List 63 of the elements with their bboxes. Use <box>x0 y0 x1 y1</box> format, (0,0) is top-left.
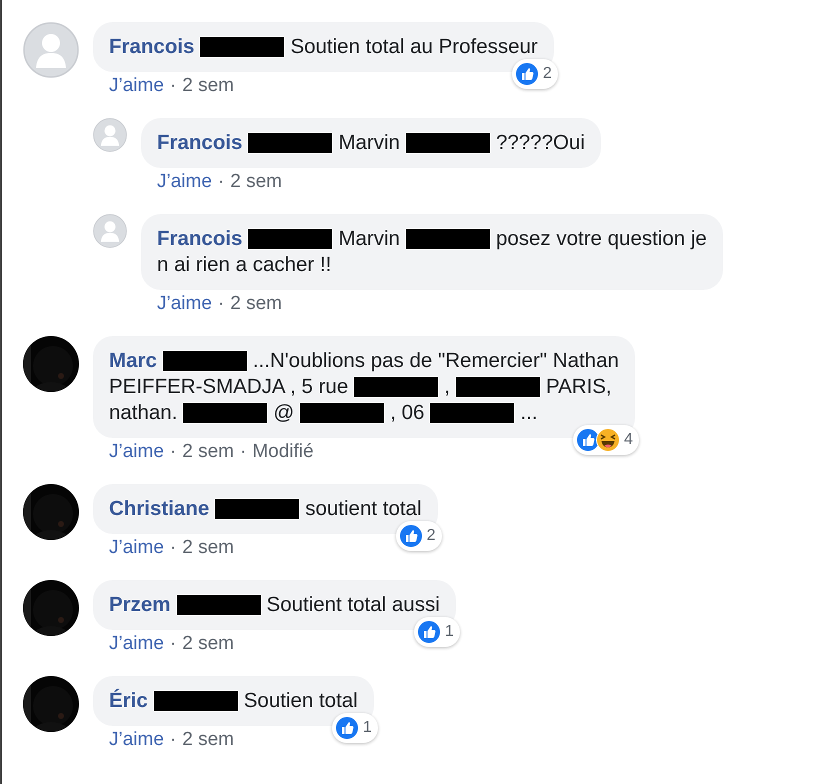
reaction-badge[interactable]: 4 <box>572 425 639 455</box>
like-link[interactable]: J’aime <box>109 74 164 98</box>
author-name[interactable]: Francois <box>109 34 194 60</box>
separator: · <box>170 440 176 464</box>
comment-meta: 2 sem <box>230 170 282 194</box>
separator: · <box>240 440 246 464</box>
separator: · <box>170 536 176 560</box>
comment-text: @ <box>273 400 294 426</box>
comment-meta: 2 sem <box>230 292 282 316</box>
author-name[interactable]: Christiane <box>109 496 210 522</box>
author-name[interactable]: Marc <box>109 348 157 374</box>
separator: · <box>218 292 224 316</box>
reaction-count: 2 <box>426 526 436 546</box>
thumbs-up-icon <box>514 62 539 86</box>
comment-text: Marvin <box>338 226 400 252</box>
comment-text: , 06 <box>390 400 424 426</box>
reaction-count: 1 <box>444 622 454 642</box>
like-link[interactable]: J’aime <box>109 632 164 656</box>
separator: · <box>170 632 176 656</box>
reaction-count: 2 <box>542 64 552 84</box>
like-link[interactable]: J’aime <box>109 440 164 464</box>
separator: · <box>218 170 224 194</box>
comment-meta: 2 sem <box>182 536 234 560</box>
comment-meta: 2 sem <box>182 728 234 752</box>
comment-text: soutient total <box>305 496 422 522</box>
author-name[interactable]: Francois <box>157 226 242 252</box>
like-link[interactable]: J’aime <box>157 170 212 194</box>
comment-meta: Modifié <box>252 440 314 464</box>
like-link[interactable]: J’aime <box>157 292 212 316</box>
comment-text: nathan. <box>109 400 178 426</box>
thumbs-up-icon <box>398 524 423 548</box>
comment-text: Soutien total <box>244 688 358 714</box>
comment-meta: 2 sem <box>182 632 234 656</box>
reaction-count: 4 <box>624 430 633 450</box>
thumbs-up-icon <box>576 428 600 452</box>
comment-text: Soutien total au Professeur <box>290 34 538 60</box>
author-name[interactable]: Francois <box>157 130 242 156</box>
comment-text: ...N'oublions pas de "Remercier" Nathan <box>252 348 619 374</box>
like-link[interactable]: J’aime <box>109 536 164 560</box>
comment-text: PARIS, <box>546 374 612 400</box>
separator: · <box>170 74 176 98</box>
reaction-badge[interactable]: 1 <box>332 713 378 743</box>
reaction-badge[interactable]: 1 <box>414 617 460 647</box>
comment-text: Soutient total aussi <box>266 592 440 618</box>
comment-text: n ai rien a cacher !! <box>157 252 332 278</box>
reaction-badge[interactable]: 2 <box>396 521 442 551</box>
comment-text: , <box>444 374 450 400</box>
thumbs-up-icon <box>416 620 441 644</box>
reaction-count: 1 <box>362 718 372 738</box>
reaction-badge[interactable]: 2 <box>512 59 558 89</box>
comment-meta: 2 sem <box>182 74 234 98</box>
author-name[interactable]: Przem <box>109 592 171 618</box>
comment-meta: 2 sem <box>182 440 234 464</box>
author-name[interactable]: Éric <box>109 688 148 714</box>
comment-text: posez votre question je <box>496 226 707 252</box>
comment-text: PEIFFER-SMADJA , 5 rue <box>109 374 348 400</box>
separator: · <box>170 728 176 752</box>
comment-text: ... <box>520 400 538 426</box>
thumbs-up-icon <box>334 716 359 740</box>
comment-text: Marvin <box>338 130 400 156</box>
like-link[interactable]: J’aime <box>109 728 164 752</box>
comment-text: ?????Oui <box>496 130 585 156</box>
laughing-face-icon <box>596 428 620 452</box>
